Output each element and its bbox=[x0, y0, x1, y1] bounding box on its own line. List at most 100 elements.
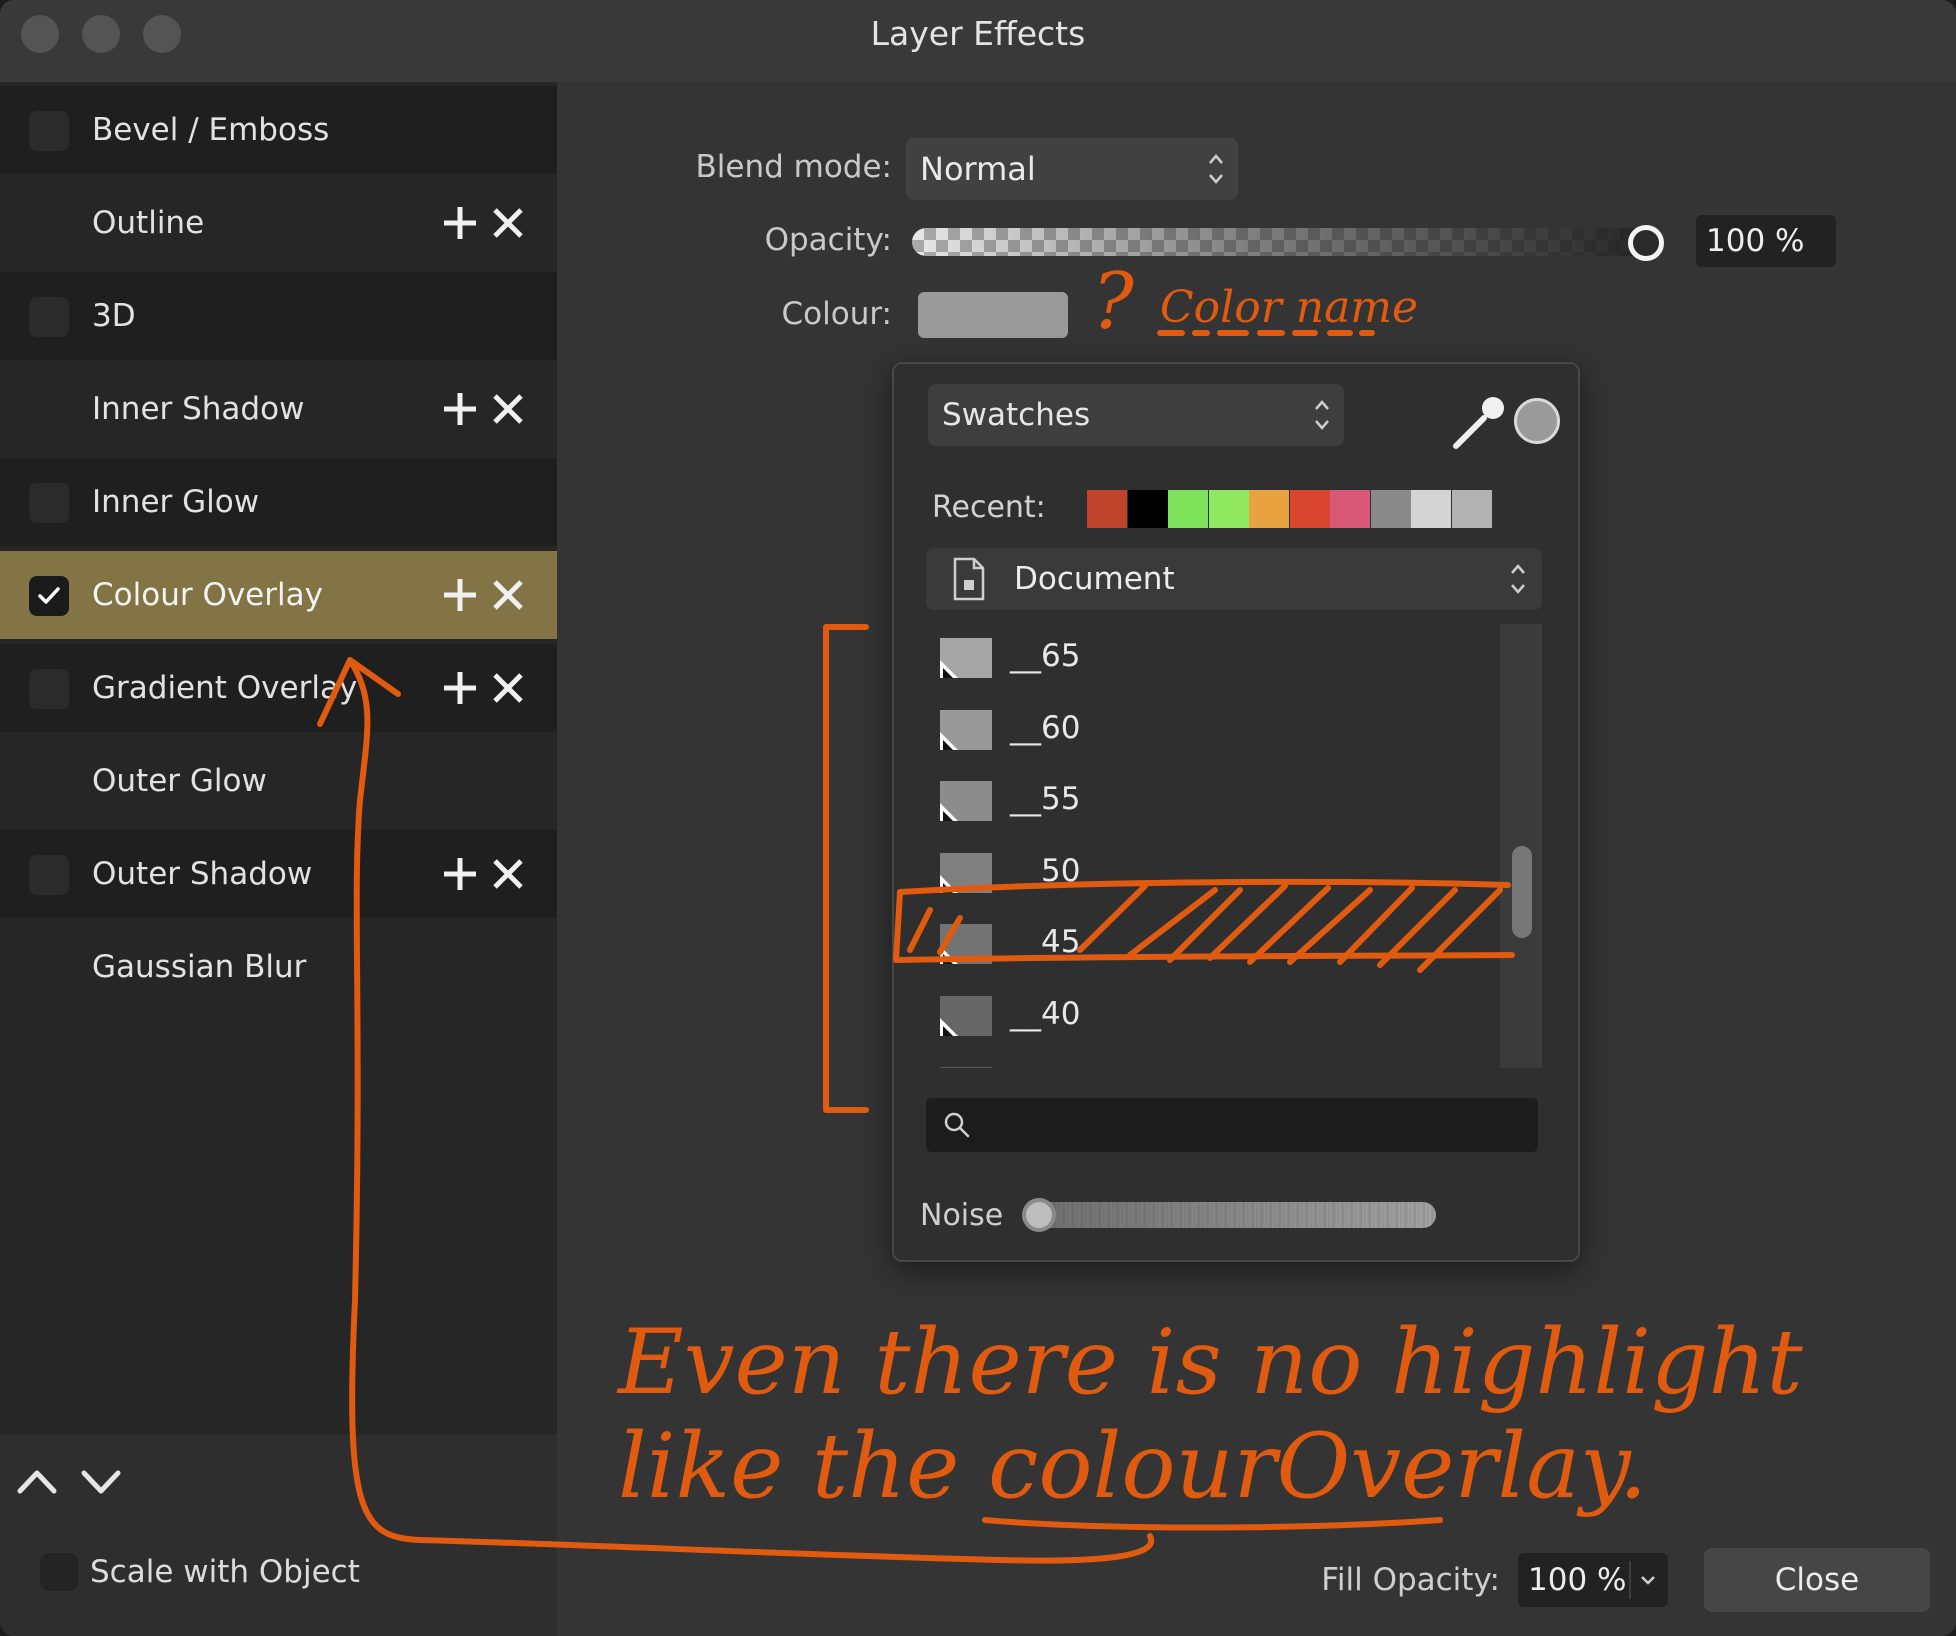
effect-enable-checkbox[interactable] bbox=[29, 576, 69, 616]
swatch-colour bbox=[940, 1067, 992, 1068]
effect-enable-checkbox[interactable] bbox=[29, 483, 69, 523]
swatch-list-bracket bbox=[823, 624, 869, 1113]
noise-slider-texture bbox=[1022, 1202, 1436, 1228]
opacity-label: Opacity: bbox=[764, 222, 892, 258]
effect-enable-checkbox[interactable] bbox=[29, 297, 69, 337]
stepper-chevrons-icon bbox=[1511, 564, 1525, 594]
swatch-list[interactable]: __65 __60 __55 __50 __45 __40 __35 bbox=[928, 624, 1508, 1068]
swatch-colour bbox=[940, 781, 992, 821]
layer-effects-window: Layer Effects Bevel / Emboss Outline 3D Inn… bbox=[0, 0, 1956, 1636]
search-icon bbox=[944, 1112, 970, 1138]
eyedropper-icon[interactable] bbox=[1450, 394, 1510, 452]
noise-label: Noise bbox=[920, 1198, 1004, 1233]
sidebar-item-label: Outer Shadow bbox=[92, 856, 313, 892]
swatch-search-input[interactable] bbox=[926, 1098, 1538, 1152]
palette-select[interactable]: Document bbox=[926, 548, 1542, 610]
colour-well[interactable] bbox=[918, 292, 1068, 338]
picker-mode-value: Swatches bbox=[942, 397, 1091, 433]
remove-icon[interactable] bbox=[486, 852, 530, 896]
opacity-slider-knob[interactable] bbox=[1628, 225, 1664, 261]
question-mark-annotation: ? bbox=[1092, 257, 1135, 347]
effect-enable-checkbox[interactable] bbox=[29, 111, 69, 151]
blend-mode-value: Normal bbox=[920, 150, 1036, 188]
recent-colour-chip[interactable] bbox=[1330, 490, 1370, 528]
scale-with-object-label: Scale with Object bbox=[90, 1554, 360, 1590]
scale-with-object-checkbox[interactable] bbox=[40, 1553, 78, 1591]
swatch-label: __35 bbox=[1010, 1061, 1080, 1068]
colour-name-annotation: Color name bbox=[1160, 282, 1418, 333]
swatch-row[interactable]: __65 bbox=[928, 638, 1508, 709]
recent-colour-chip[interactable] bbox=[1411, 490, 1451, 528]
sidebar-item-colour-overlay[interactable]: Colour Overlay bbox=[0, 551, 557, 639]
add-icon[interactable] bbox=[438, 201, 482, 245]
effect-enable-checkbox[interactable] bbox=[29, 855, 69, 895]
noise-slider[interactable] bbox=[1022, 1202, 1436, 1228]
remove-icon[interactable] bbox=[486, 387, 530, 431]
recent-colour-chip[interactable] bbox=[1249, 490, 1289, 528]
stepper-chevrons-icon bbox=[1209, 154, 1223, 184]
opacity-slider[interactable] bbox=[912, 228, 1652, 256]
fill-opacity-value: 100 % bbox=[1528, 1562, 1627, 1598]
add-icon[interactable] bbox=[438, 666, 482, 710]
colour-label: Colour: bbox=[781, 296, 892, 332]
recent-colours bbox=[1087, 490, 1492, 528]
remove-icon[interactable] bbox=[486, 573, 530, 617]
recent-colour-chip[interactable] bbox=[1168, 490, 1208, 528]
swatch-label: __60 bbox=[1010, 709, 1081, 746]
swatch-colour bbox=[940, 638, 992, 678]
sidebar-item-outer-glow[interactable]: Outer Glow bbox=[0, 737, 557, 825]
recent-colour-chip[interactable] bbox=[1208, 490, 1249, 528]
swatch-colour bbox=[940, 995, 992, 1036]
swatch-row[interactable]: __50 bbox=[928, 852, 1508, 924]
move-down-icon[interactable] bbox=[76, 1457, 126, 1507]
sidebar-item-bevel-emboss[interactable]: Bevel / Emboss bbox=[0, 86, 557, 174]
sidebar-item-outer-shadow[interactable]: Outer Shadow bbox=[0, 830, 557, 918]
remove-icon[interactable] bbox=[486, 201, 530, 245]
swatch-row[interactable]: __55 bbox=[928, 781, 1508, 852]
blend-mode-label: Blend mode: bbox=[695, 149, 893, 185]
recent-colour-chip[interactable] bbox=[1451, 490, 1492, 528]
sidebar-item-outline[interactable]: Outline bbox=[0, 179, 557, 267]
recent-colour-chip[interactable] bbox=[1289, 490, 1330, 528]
sidebar-item-gaussian-blur[interactable]: Gaussian Blur bbox=[0, 923, 557, 1011]
remove-icon[interactable] bbox=[486, 666, 530, 710]
swatch-row[interactable]: __60 bbox=[928, 709, 1508, 781]
window-title: Layer Effects bbox=[870, 14, 1086, 53]
swatch-row[interactable]: __40 bbox=[928, 995, 1508, 1067]
sidebar-item-inner-glow[interactable]: Inner Glow bbox=[0, 458, 557, 546]
palette-value: Document bbox=[1014, 561, 1175, 597]
sidebar-item-inner-shadow[interactable]: Inner Shadow bbox=[0, 365, 557, 453]
noise-slider-knob[interactable] bbox=[1022, 1198, 1056, 1232]
document-icon bbox=[953, 557, 985, 601]
swatch-label: __55 bbox=[1010, 781, 1081, 817]
colour-picker-popover: Swatches Recent: Document __65 __60 __55… bbox=[892, 362, 1580, 1262]
move-up-icon[interactable] bbox=[12, 1457, 62, 1507]
sidebar-item-gradient-overlay[interactable]: Gradient Overlay bbox=[0, 644, 557, 732]
add-icon[interactable] bbox=[438, 387, 482, 431]
opacity-field[interactable]: 100 % bbox=[1696, 215, 1836, 267]
recent-label: Recent: bbox=[932, 490, 1046, 525]
opacity-value: 100 % bbox=[1706, 223, 1805, 259]
recent-colour-chip[interactable] bbox=[1087, 490, 1127, 528]
blend-mode-select[interactable]: Normal bbox=[906, 138, 1238, 200]
effect-enable-checkbox[interactable] bbox=[29, 669, 69, 709]
chevron-down-icon[interactable] bbox=[1628, 1553, 1668, 1607]
close-button[interactable]: Close bbox=[1704, 1548, 1930, 1612]
swatch-colour bbox=[940, 709, 992, 750]
opacity-slider-gradient bbox=[912, 228, 1652, 256]
swatch-list-scroll-thumb[interactable] bbox=[1512, 846, 1532, 938]
title-bar: Layer Effects bbox=[0, 0, 1956, 82]
swatch-colour bbox=[940, 924, 992, 964]
recent-colour-chip[interactable] bbox=[1370, 490, 1411, 528]
swatch-row[interactable]: __35 bbox=[928, 1067, 1508, 1068]
sidebar-item-label: Bevel / Emboss bbox=[92, 112, 330, 148]
add-icon[interactable] bbox=[438, 573, 482, 617]
picker-mode-select[interactable]: Swatches bbox=[928, 384, 1344, 446]
recent-colour-chip[interactable] bbox=[1127, 490, 1168, 528]
swatch-row[interactable]: __45 bbox=[928, 924, 1508, 995]
swatch-label: __45 bbox=[1010, 924, 1081, 960]
sidebar-item-label: Outline bbox=[92, 205, 205, 241]
sidebar-item-3d[interactable]: 3D bbox=[0, 272, 557, 360]
swatch-label: __40 bbox=[1010, 995, 1081, 1032]
add-icon[interactable] bbox=[438, 852, 482, 896]
